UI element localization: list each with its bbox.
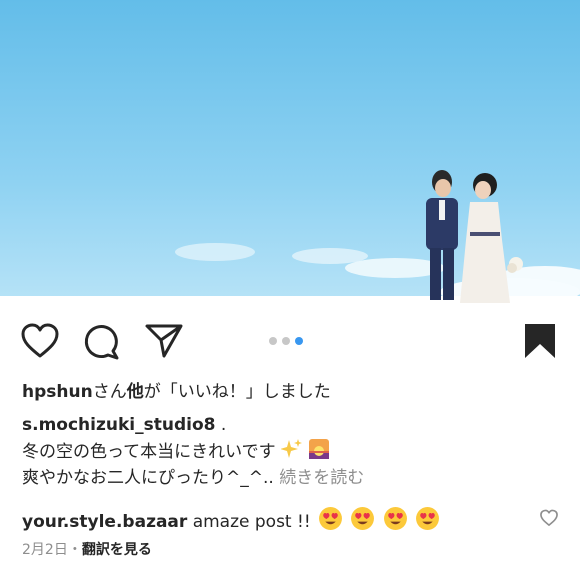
carousel-dot [269,337,277,345]
post-meta: 2月2日・翻訳を見る [22,540,152,560]
carousel-dot [282,337,290,345]
likes-honorific: さん [92,382,127,402]
post-date: 2月2日 [22,542,68,558]
comment-like-heart-icon[interactable] [539,509,559,527]
carousel-indicator [269,337,303,345]
likes-suffix: が「いいね！」しました [143,382,331,402]
heart-eyes-emoji-icon [351,507,375,530]
heart-eyes-emoji-icon [383,507,407,530]
caption-line-2: 爽やかなお二人にぴったり^_^.. [22,468,274,488]
sparkles-emoji-icon [281,439,303,458]
read-more-link[interactable]: 続きを読む [279,468,364,488]
post-photo[interactable] [0,0,580,303]
caption-username[interactable]: s.mochizuki_studio8 [22,415,215,435]
post-caption: s.mochizuki_studio8 . 冬の空の色って本当にきれいです 爽や… [22,412,562,491]
heart-eyes-emoji-icon [416,507,440,530]
paper-plane-icon[interactable] [144,322,184,360]
sunrise-emoji-icon [309,439,330,459]
comment-username[interactable]: your.style.bazaar [22,512,187,532]
liker-username[interactable]: hpshun [22,382,93,402]
likes-others-link[interactable]: 他 [127,382,144,402]
comment-row: your.style.bazaar amaze post !! [22,506,532,535]
heart-outline-icon[interactable] [20,322,60,360]
bookmark-filled-icon[interactable] [523,322,557,360]
likes-summary[interactable]: hpshunさん他が「いいね！」しました [22,381,331,403]
heart-eyes-emoji-icon [319,507,343,530]
caption-line-1: 冬の空の色って本当にきれいです [22,442,276,462]
comment-text: amaze post !! [192,512,311,532]
see-translation-link[interactable]: 翻訳を見る [82,542,152,558]
comment-bubble-icon[interactable] [82,322,122,360]
meta-separator: ・ [67,542,82,558]
caption-user-suffix: . [215,415,227,435]
carousel-dot-active [295,337,303,345]
